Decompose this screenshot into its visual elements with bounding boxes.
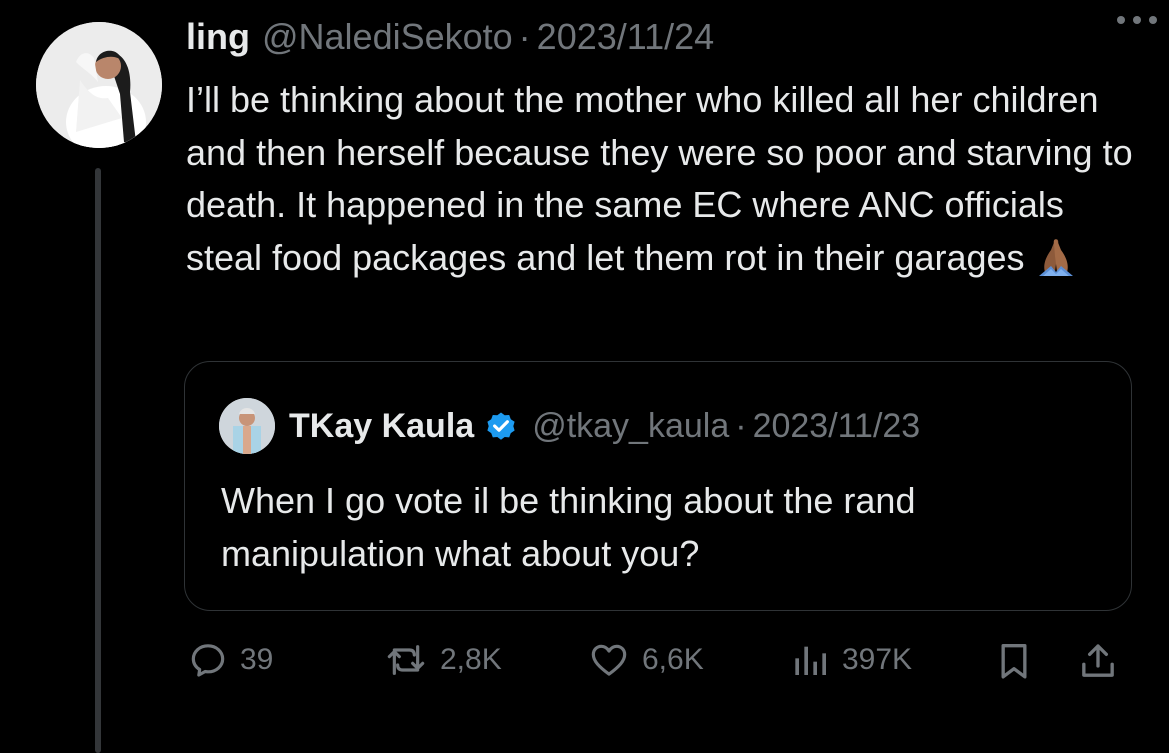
action-bar: 39 2,8K 6,6K 397K — [186, 640, 1130, 684]
verified-badge-icon — [487, 412, 515, 440]
tweet-content: ling @NalediSekoto · 2023/11/24 I’ll be … — [186, 16, 1141, 284]
quote-author-name[interactable]: TKay Kaula — [289, 407, 474, 446]
repost-button[interactable]: 2,8K — [384, 640, 502, 680]
bookmark-button[interactable] — [994, 640, 1034, 682]
quote-header: TKay Kaula @tkay_kaula · 2023/11/23 — [219, 398, 920, 454]
quote-author-handle[interactable]: @tkay_kaula — [532, 407, 729, 446]
reply-button[interactable]: 39 — [188, 640, 273, 680]
quote-date[interactable]: 2023/11/23 — [753, 407, 921, 446]
views-button[interactable]: 397K — [790, 640, 912, 680]
bookmark-icon — [1001, 644, 1027, 679]
folded-hands-emoji — [1031, 236, 1081, 276]
quoted-tweet[interactable]: TKay Kaula @tkay_kaula · 2023/11/23 When… — [184, 361, 1132, 611]
like-count: 6,6K — [642, 643, 704, 676]
avatar[interactable] — [36, 22, 162, 148]
tweet[interactable]: ling @NalediSekoto · 2023/11/24 I’ll be … — [0, 0, 1169, 753]
tweet-text: I’ll be thinking about the mother who ki… — [186, 79, 1133, 278]
thread-line — [95, 168, 101, 753]
quote-text: When I go vote il be thinking about the … — [221, 480, 916, 574]
share-icon — [1082, 644, 1114, 677]
tweet-text-container: I’ll be thinking about the mother who ki… — [186, 74, 1146, 284]
reply-count: 39 — [240, 643, 274, 676]
tweet-header: ling @NalediSekoto · 2023/11/24 — [186, 16, 1141, 70]
repost-icon — [387, 645, 425, 675]
author-handle[interactable]: @NalediSekoto — [262, 16, 513, 58]
repost-count: 2,8K — [440, 643, 502, 676]
reply-icon — [191, 644, 225, 677]
quote-avatar[interactable] — [219, 398, 275, 454]
views-chart-icon — [795, 646, 826, 675]
heart-icon — [591, 644, 627, 676]
header-separator: · — [518, 16, 531, 57]
avatar-column — [36, 22, 162, 148]
views-count: 397K — [842, 643, 913, 676]
quote-header-separator: · — [735, 406, 747, 445]
share-button[interactable] — [1078, 640, 1118, 682]
tweet-date[interactable]: 2023/11/24 — [537, 16, 715, 58]
author-name[interactable]: ling — [186, 16, 250, 58]
like-button[interactable]: 6,6K — [588, 640, 704, 680]
more-dots-icon[interactable] — [1115, 12, 1159, 28]
